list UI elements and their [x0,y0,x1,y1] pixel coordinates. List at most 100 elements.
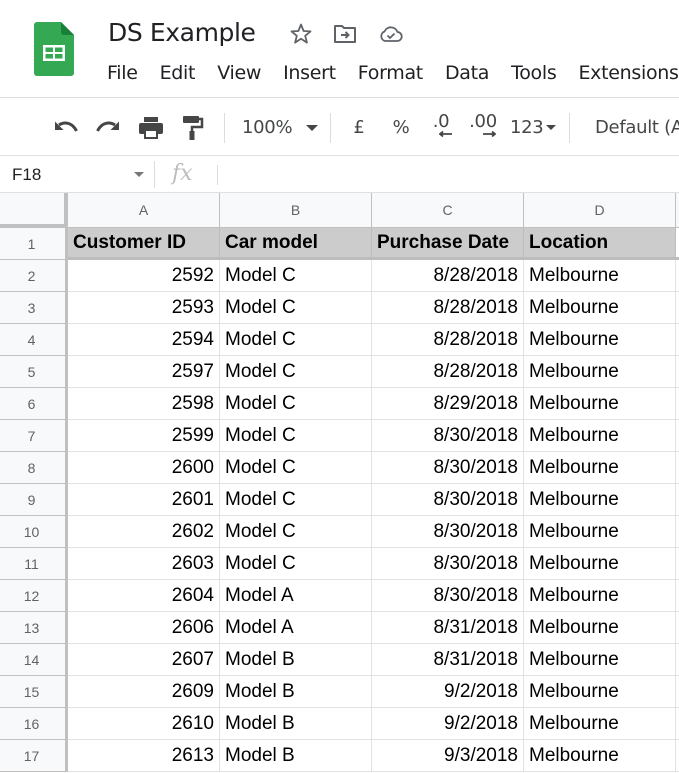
cell-car-model[interactable]: Model C [220,516,372,548]
cell-customer-id[interactable]: 2601 [68,484,220,516]
cell-location[interactable]: Melbourne [524,356,676,388]
paint-format-icon[interactable] [177,99,209,156]
row-header[interactable]: 2 [0,260,68,292]
cell-customer-id[interactable]: 2602 [68,516,220,548]
cell-customer-id[interactable]: 2600 [68,452,220,484]
row-header[interactable]: 8 [0,452,68,484]
cell-purchase-date[interactable]: 8/28/2018 [372,356,524,388]
cell-purchase-date[interactable]: 8/28/2018 [372,260,524,292]
format-percent-button[interactable]: % [388,99,414,156]
cell-location[interactable]: Melbourne [524,708,676,740]
cell-location[interactable]: Melbourne [524,388,676,420]
row-header[interactable]: 15 [0,676,68,708]
document-title[interactable]: DS Example [108,18,256,47]
move-to-folder-icon[interactable] [332,22,358,46]
cell-purchase-date[interactable]: 8/30/2018 [372,548,524,580]
decrease-decimal-button[interactable]: .0 [424,99,458,156]
cell-customer-id[interactable]: 2607 [68,644,220,676]
header-cell-customer-id[interactable]: Customer ID [68,228,220,260]
cell-customer-id[interactable]: 2599 [68,420,220,452]
cell-car-model[interactable]: Model B [220,740,372,772]
cell-location[interactable]: Melbourne [524,452,676,484]
row-header[interactable]: 3 [0,292,68,324]
cell-location[interactable]: Melbourne [524,548,676,580]
header-cell-car-model[interactable]: Car model [220,228,372,260]
cell-car-model[interactable]: Model C [220,260,372,292]
cell-purchase-date[interactable]: 9/3/2018 [372,740,524,772]
row-header[interactable]: 12 [0,580,68,612]
print-icon[interactable] [135,99,167,156]
cell-customer-id[interactable]: 2597 [68,356,220,388]
cell-location[interactable]: Melbourne [524,260,676,292]
row-header[interactable]: 14 [0,644,68,676]
cell-purchase-date[interactable]: 8/28/2018 [372,292,524,324]
cell-location[interactable]: Melbourne [524,676,676,708]
row-header[interactable]: 6 [0,388,68,420]
column-header-c[interactable]: C [372,193,524,228]
menu-insert[interactable]: Insert [283,62,336,84]
cell-purchase-date[interactable]: 8/29/2018 [372,388,524,420]
row-header[interactable]: 16 [0,708,68,740]
row-header[interactable]: 11 [0,548,68,580]
cell-location[interactable]: Melbourne [524,740,676,772]
cell-purchase-date[interactable]: 8/28/2018 [372,324,524,356]
column-header-d[interactable]: D [524,193,676,228]
cell-car-model[interactable]: Model C [220,356,372,388]
menu-extensions[interactable]: Extensions [578,62,678,84]
cell-car-model[interactable]: Model C [220,548,372,580]
cell-purchase-date[interactable]: 8/31/2018 [372,612,524,644]
cell-car-model[interactable]: Model B [220,676,372,708]
cell-location[interactable]: Melbourne [524,292,676,324]
cell-purchase-date[interactable]: 8/31/2018 [372,644,524,676]
cell-location[interactable]: Melbourne [524,580,676,612]
menu-edit[interactable]: Edit [160,62,196,84]
row-header[interactable]: 5 [0,356,68,388]
cell-purchase-date[interactable]: 8/30/2018 [372,580,524,612]
menu-format[interactable]: Format [358,62,423,84]
cell-customer-id[interactable]: 2604 [68,580,220,612]
column-header-a[interactable]: A [68,193,220,228]
row-header[interactable]: 17 [0,740,68,772]
menu-view[interactable]: View [217,62,261,84]
cell-location[interactable]: Melbourne [524,324,676,356]
format-currency-button[interactable]: £ [346,99,372,156]
cell-car-model[interactable]: Model B [220,644,372,676]
cell-purchase-date[interactable]: 9/2/2018 [372,708,524,740]
cloud-saved-icon[interactable] [378,22,404,46]
cell-location[interactable]: Melbourne [524,484,676,516]
formula-input[interactable] [222,157,679,192]
cell-purchase-date[interactable]: 9/2/2018 [372,676,524,708]
row-header[interactable]: 1 [0,228,68,260]
chevron-down-icon[interactable] [134,172,144,177]
increase-decimal-button[interactable]: .00 [464,99,502,156]
menu-file[interactable]: File [107,62,138,84]
menu-data[interactable]: Data [445,62,489,84]
cell-car-model[interactable]: Model A [220,612,372,644]
sheets-logo-icon[interactable] [34,22,74,76]
cell-purchase-date[interactable]: 8/30/2018 [372,420,524,452]
row-header[interactable]: 4 [0,324,68,356]
cell-customer-id[interactable]: 2613 [68,740,220,772]
column-header-b[interactable]: B [220,193,372,228]
cell-customer-id[interactable]: 2592 [68,260,220,292]
cell-customer-id[interactable]: 2606 [68,612,220,644]
cell-car-model[interactable]: Model B [220,708,372,740]
cell-car-model[interactable]: Model C [220,388,372,420]
cell-customer-id[interactable]: 2609 [68,676,220,708]
cell-location[interactable]: Melbourne [524,612,676,644]
undo-icon[interactable] [50,99,82,156]
redo-icon[interactable] [92,99,124,156]
cell-location[interactable]: Melbourne [524,516,676,548]
cell-customer-id[interactable]: 2610 [68,708,220,740]
cell-car-model[interactable]: Model C [220,420,372,452]
cell-customer-id[interactable]: 2598 [68,388,220,420]
more-formats-button[interactable]: 123 [508,99,558,156]
cell-car-model[interactable]: Model C [220,292,372,324]
star-icon[interactable] [288,22,314,46]
zoom-select[interactable]: 100% [232,99,326,156]
font-select[interactable]: Default (Ar [584,99,679,156]
cell-purchase-date[interactable]: 8/30/2018 [372,484,524,516]
cell-customer-id[interactable]: 2593 [68,292,220,324]
name-box[interactable]: F18 [0,157,154,192]
menu-tools[interactable]: Tools [511,62,557,84]
